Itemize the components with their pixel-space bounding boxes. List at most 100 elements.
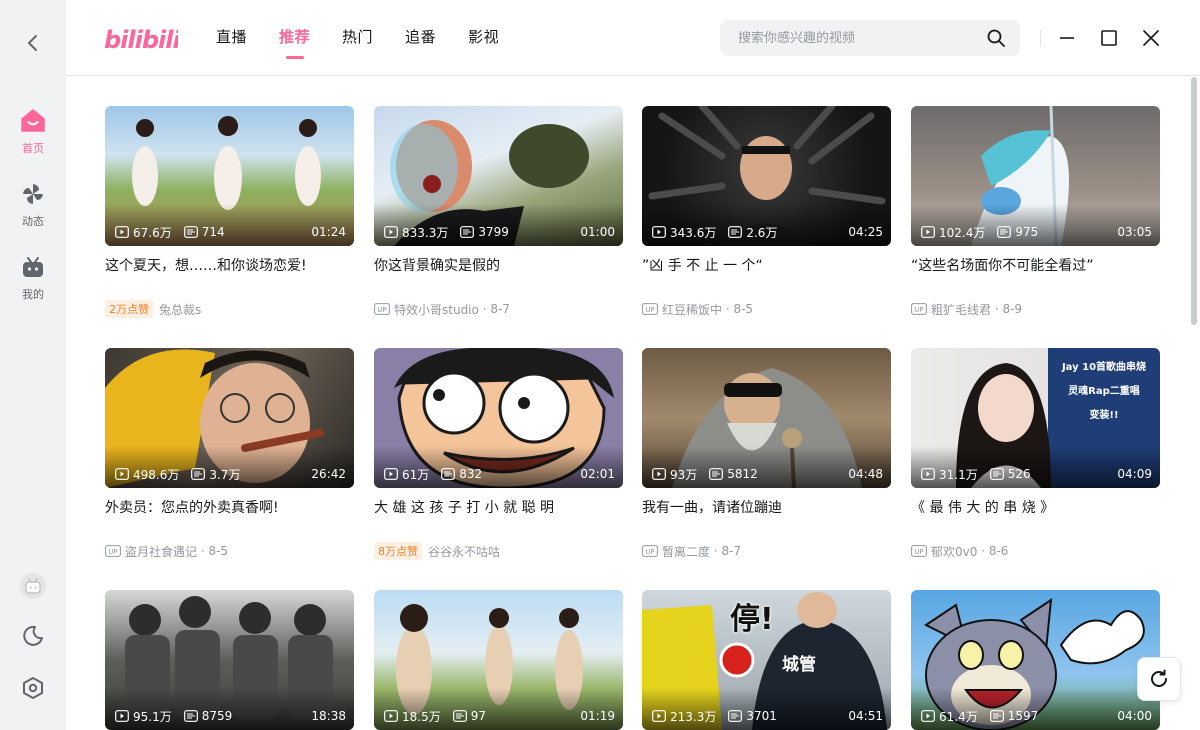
video-card[interactable]: 停! 城管 213.3万 3701 04:51 xyxy=(642,590,891,730)
video-duration: 04:48 xyxy=(848,467,883,481)
settings-button[interactable] xyxy=(0,676,66,700)
video-stats: 67.6万 714 01:24 xyxy=(115,224,346,240)
video-title[interactable]: 《 最 伟 大 的 串 烧 》 xyxy=(911,498,1160,538)
up-uploader-icon: UP xyxy=(105,545,121,557)
up-uploader-icon: UP xyxy=(642,303,658,315)
up-uploader-icon: UP xyxy=(911,545,927,557)
play-count-icon xyxy=(115,710,129,722)
video-card[interactable]: 61.4万 1597 04:00 xyxy=(911,590,1160,730)
sidebar-item-mine[interactable]: 我的 xyxy=(0,254,66,302)
up-uploader-icon: UP xyxy=(374,303,390,315)
view-count: 833.3万 xyxy=(402,225,449,240)
tab-hot[interactable]: 热门 xyxy=(342,26,373,47)
video-card[interactable]: 67.6万 714 01:24 这个夏天，想……和你谈场恋爱! 2万点赞 兔总裁… xyxy=(105,106,354,318)
sidebar-item-home[interactable]: 首页 xyxy=(0,108,66,156)
video-author[interactable]: 郁欢0v0 xyxy=(931,543,977,560)
close-button[interactable] xyxy=(1139,26,1163,50)
video-card[interactable]: 93万 5812 04:48 我有一曲，请诸位蹦迪 UP 暂离二度 · 8-7 xyxy=(642,348,891,560)
svg-text:UP: UP xyxy=(108,548,117,556)
video-thumbnail[interactable]: 67.6万 714 01:24 xyxy=(105,106,354,246)
upload-date: 8-6 xyxy=(988,544,1009,558)
svg-text:UP: UP xyxy=(377,306,386,314)
minimize-button[interactable] xyxy=(1055,26,1079,50)
tv-icon xyxy=(20,254,46,280)
maximize-button[interactable] xyxy=(1097,26,1121,50)
video-stats: 61万 832 02:01 xyxy=(384,466,615,482)
video-author[interactable]: 暂离二度 xyxy=(662,543,710,560)
feed-scrollbar[interactable] xyxy=(1188,77,1200,730)
scrollbar-thumb[interactable] xyxy=(1191,77,1197,325)
video-title[interactable]: 外卖员：您点的外卖真香啊! xyxy=(105,498,354,538)
video-thumbnail[interactable]: 833.3万 3799 01:00 xyxy=(374,106,623,246)
video-author[interactable]: 特效小哥studio xyxy=(394,301,479,318)
view-count: 61.4万 xyxy=(939,709,978,724)
video-author[interactable]: 红豆稀饭中 xyxy=(662,301,722,318)
play-count-icon xyxy=(115,226,129,238)
video-card[interactable]: 833.3万 3799 01:00 你这背景确实是假的 UP 特效小哥studi… xyxy=(374,106,623,318)
danmaku-count: 1597 xyxy=(1007,709,1039,723)
tab-recommend[interactable]: 推荐 xyxy=(279,26,310,47)
video-thumbnail[interactable]: 61万 832 02:01 xyxy=(374,348,623,488)
like-badge: 2万点赞 xyxy=(105,300,153,318)
theme-toggle-button[interactable] xyxy=(0,624,66,648)
tab-movies[interactable]: 影视 xyxy=(468,26,499,47)
video-title[interactable]: 你这背景确实是假的 xyxy=(374,256,623,296)
video-thumbnail[interactable]: 61.4万 1597 04:00 xyxy=(911,590,1160,730)
sidebar-item-label: 动态 xyxy=(22,215,44,228)
video-title[interactable]: 我有一曲，请诸位蹦迪 xyxy=(642,498,891,538)
search-icon[interactable] xyxy=(986,28,1006,48)
tab-live[interactable]: 直播 xyxy=(216,26,247,47)
video-title[interactable]: ”凶 手 不 止 一 个“ xyxy=(642,256,891,296)
video-card[interactable]: 498.6万 3.7万 26:42 外卖员：您点的外卖真香啊! UP 盗月社食遇… xyxy=(105,348,354,560)
bilibili-logo[interactable]: bilibili xyxy=(104,20,178,56)
video-card[interactable]: 95.1万 8759 18:38 xyxy=(105,590,354,730)
video-title[interactable]: “这些名场面你不可能全看过” xyxy=(911,256,1160,296)
video-thumbnail[interactable]: 18.5万 97 01:19 xyxy=(374,590,623,730)
svg-text:UP: UP xyxy=(645,306,654,314)
avatar-icon xyxy=(20,573,46,599)
tab-anime[interactable]: 追番 xyxy=(405,26,436,47)
video-card[interactable]: Jay 10首歌曲串烧 灵魂Rap二重唱 变装!! 31.1万 526 04:0… xyxy=(911,348,1160,560)
video-author[interactable]: 谷谷永不咕咕 xyxy=(428,543,500,560)
video-thumbnail[interactable]: 498.6万 3.7万 26:42 xyxy=(105,348,354,488)
back-button[interactable] xyxy=(20,30,46,56)
video-thumbnail[interactable]: 343.6万 2.6万 04:25 xyxy=(642,106,891,246)
video-card[interactable]: 102.4万 975 03:05 “这些名场面你不可能全看过” UP 粗犷毛线君… xyxy=(911,106,1160,318)
avatar-button[interactable] xyxy=(0,572,66,600)
danmaku-icon xyxy=(728,226,743,238)
danmaku-icon xyxy=(183,710,198,722)
video-duration: 04:51 xyxy=(848,709,883,723)
video-stats: 213.3万 3701 04:51 xyxy=(652,708,883,724)
danmaku-count: 3701 xyxy=(746,709,777,723)
meta-separator: · xyxy=(722,302,734,316)
video-thumbnail[interactable]: Jay 10首歌曲串烧 灵魂Rap二重唱 变装!! 31.1万 526 04:0… xyxy=(911,348,1160,488)
video-author[interactable]: 盗月社食遇记 xyxy=(125,543,197,560)
video-title[interactable]: 这个夏天，想……和你谈场恋爱! xyxy=(105,256,354,296)
top-header: bilibili 直播 推荐 热门 追番 影视 xyxy=(66,0,1200,76)
video-card[interactable]: 18.5万 97 01:19 xyxy=(374,590,623,730)
video-thumbnail[interactable]: 93万 5812 04:48 xyxy=(642,348,891,488)
play-count-icon xyxy=(921,468,935,480)
video-card[interactable]: 343.6万 2.6万 04:25 ”凶 手 不 止 一 个“ UP 红豆稀饭中… xyxy=(642,106,891,318)
play-count-icon xyxy=(384,710,398,722)
video-title[interactable]: 大 雄 这 孩 子 打 小 就 聪 明 xyxy=(374,498,623,538)
video-meta: UP 红豆稀饭中 · 8-5 xyxy=(642,300,891,318)
video-duration: 01:19 xyxy=(580,709,615,723)
view-count: 31.1万 xyxy=(939,467,978,482)
search-input[interactable] xyxy=(738,30,988,46)
video-card[interactable]: 61万 832 02:01 大 雄 这 孩 子 打 小 就 聪 明 8万点赞 谷… xyxy=(374,348,623,560)
video-stats: 833.3万 3799 01:00 xyxy=(384,224,615,240)
thumbnail-caption-label: 城管 xyxy=(782,655,816,675)
video-thumbnail[interactable]: 95.1万 8759 18:38 xyxy=(105,590,354,730)
video-duration: 18:38 xyxy=(311,709,346,723)
sidebar-item-dynamic[interactable]: 动态 xyxy=(0,181,66,229)
up-uploader-icon: UP xyxy=(911,303,927,315)
video-author[interactable]: 兔总裁s xyxy=(159,301,201,318)
video-thumbnail[interactable]: 102.4万 975 03:05 xyxy=(911,106,1160,246)
danmaku-count: 832 xyxy=(459,467,483,481)
danmaku-icon xyxy=(989,468,1004,480)
svg-text:bilibili: bilibili xyxy=(104,26,178,54)
video-author[interactable]: 粗犷毛线君 xyxy=(931,301,991,318)
video-thumbnail[interactable]: 停! 城管 213.3万 3701 04:51 xyxy=(642,590,891,730)
refresh-button[interactable] xyxy=(1137,657,1181,701)
